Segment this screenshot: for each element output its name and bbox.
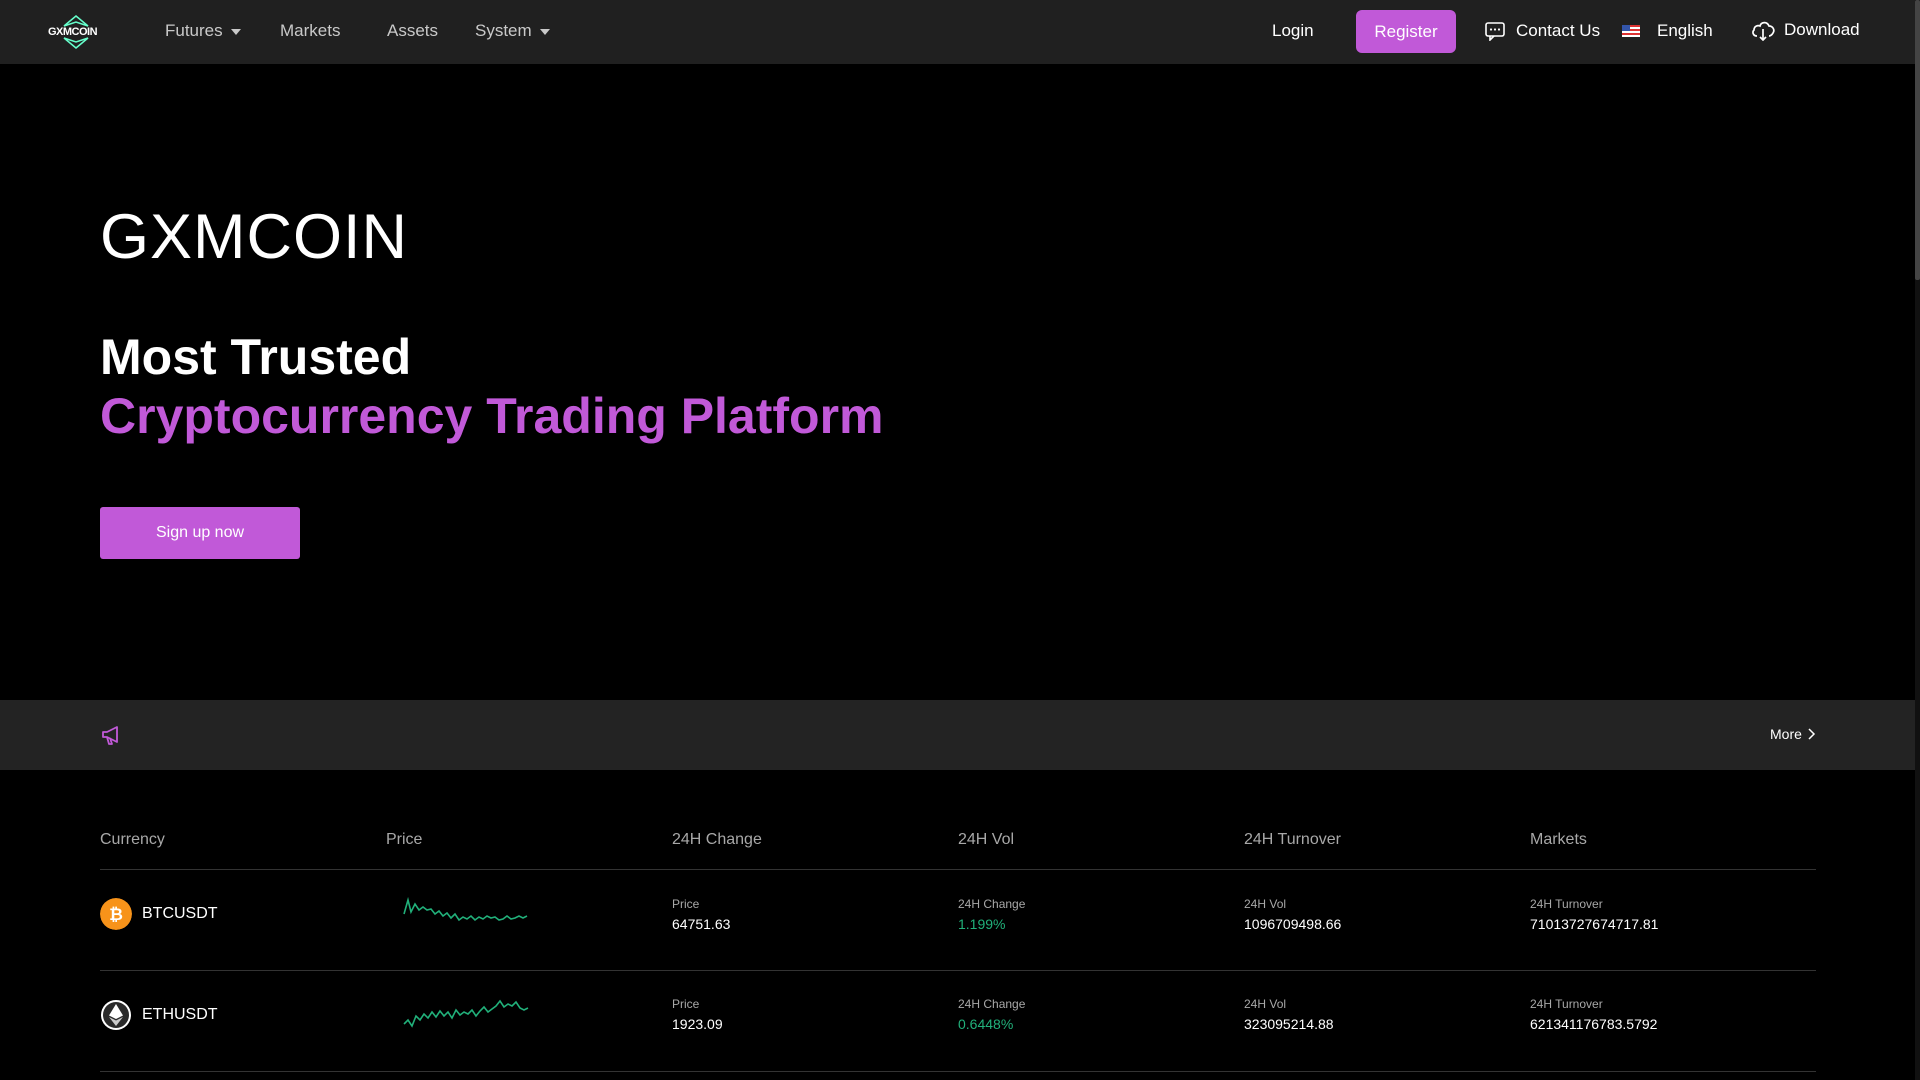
nav-item-assets[interactable]: Assets (387, 21, 438, 41)
nav-item-assets-label: Assets (387, 21, 439, 40)
turnover-label: 24H Turnover (1530, 897, 1603, 911)
chat-icon (1485, 22, 1505, 41)
nav-item-markets-label: Markets (280, 21, 341, 40)
change-value: 0.6448% (958, 1016, 1014, 1032)
nav-item-futures-label: Futures (165, 21, 223, 40)
header-24h-vol: 24H Vol (958, 831, 1015, 848)
header-24h-change: 24H Change (672, 831, 762, 848)
sign-up-button[interactable]: Sign up now (100, 507, 300, 559)
header-currency: Currency (100, 831, 165, 848)
header-24h-turnover: 24H Turnover (1244, 831, 1341, 848)
more-link[interactable]: More (1770, 726, 1816, 742)
header-markets: Markets (1530, 831, 1587, 848)
megaphone-icon[interactable] (100, 724, 122, 746)
vol-label: 24H Vol (1244, 897, 1287, 911)
scrollbar-thumb[interactable] (1915, 0, 1920, 280)
price-label: Price (672, 897, 700, 911)
header-price: Price (386, 831, 423, 848)
language-label: English (1657, 21, 1713, 40)
vol-value: 1096709498.66 (1244, 916, 1342, 932)
svg-text:₿: ₿ (109, 905, 123, 924)
chevron-right-icon (1808, 728, 1815, 740)
change-label: 24H Change (958, 997, 1026, 1011)
us-flag-icon (1622, 25, 1640, 37)
sparkline-chart (403, 896, 528, 922)
hero-brand: GXMCOIN (100, 202, 409, 272)
language-selector[interactable]: English (1622, 21, 1713, 41)
login-link[interactable]: Login (1272, 21, 1314, 41)
nav-item-markets[interactable]: Markets (280, 21, 340, 41)
download-label: Download (1784, 20, 1860, 39)
ethereum-icon (101, 1000, 131, 1030)
logo[interactable]: GXMCOIN (46, 14, 106, 50)
nav-item-system-label: System (475, 21, 532, 40)
more-label: More (1770, 726, 1802, 742)
row-symbol: BTCUSDT (142, 905, 218, 922)
sparkline-chart (403, 999, 529, 1028)
turnover-value: 71013727674717.81 (1530, 916, 1659, 932)
row-divider (100, 1071, 1816, 1072)
price-label: Price (672, 997, 700, 1011)
caret-down-icon (230, 28, 241, 35)
row-symbol: ETHUSDT (142, 1006, 218, 1023)
bitcoin-icon: ₿ (100, 898, 132, 930)
nav-item-system[interactable]: System (475, 21, 550, 41)
announcement-bar: More (0, 700, 1915, 770)
caret-down-icon (539, 28, 550, 35)
page-scrollbar[interactable] (1915, 0, 1920, 1080)
change-value: 1.199% (958, 916, 1006, 932)
contact-us-link[interactable]: Contact Us (1484, 21, 1600, 41)
table-divider (100, 869, 1816, 870)
vol-label: 24H Vol (1244, 997, 1287, 1011)
cloud-download-icon (1752, 21, 1775, 41)
price-value: 64751.63 (672, 916, 731, 932)
hero-headline-2: Cryptocurrency Trading Platform (100, 388, 884, 444)
turnover-value: 621341176783.5792 (1530, 1016, 1658, 1032)
download-link[interactable]: Download (1750, 19, 1860, 41)
change-label: 24H Change (958, 897, 1026, 911)
register-button[interactable]: Register (1356, 10, 1456, 53)
contact-us-label: Contact Us (1516, 21, 1601, 40)
turnover-label: 24H Turnover (1530, 997, 1603, 1011)
top-nav: GXMCOIN Futures Markets Assets System Lo… (0, 0, 1915, 64)
nav-item-futures[interactable]: Futures (165, 21, 241, 41)
price-value: 1923.09 (672, 1016, 723, 1032)
vol-value: 323095214.88 (1244, 1016, 1334, 1032)
logo-text: GXMCOIN (48, 26, 98, 38)
hero-headline-1: Most Trusted (100, 329, 412, 385)
row-divider (100, 970, 1816, 971)
